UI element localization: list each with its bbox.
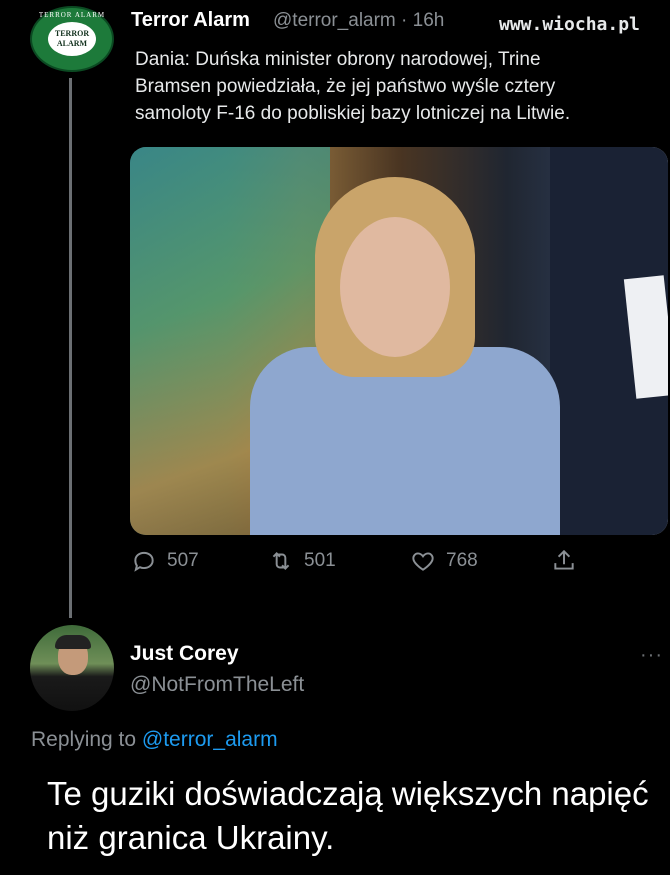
replying-to-mention[interactable]: @terror_alarm <box>142 728 278 751</box>
reply-button[interactable]: 507 <box>131 548 199 574</box>
photo-figure-face <box>340 217 450 357</box>
avatar-logo-ring: TERROR ALARM <box>38 11 106 19</box>
retweet-button[interactable]: 501 <box>268 548 336 574</box>
reply-author-name[interactable]: Just Corey <box>130 642 239 666</box>
replying-to-label: Replying to <box>31 728 142 751</box>
like-icon <box>412 552 434 571</box>
reply-author-handle[interactable]: @NotFromTheLeft <box>130 673 304 697</box>
share-icon <box>554 549 574 570</box>
just-corey-avatar[interactable] <box>30 625 114 711</box>
tweet-photo[interactable] <box>130 147 668 535</box>
terror-alarm-avatar[interactable]: TERROR ALARM TERROR ALARM <box>30 6 114 72</box>
tweet-text: Dania: Duńska minister obrony narodowej,… <box>135 49 571 124</box>
replying-to: Replying to @terror_alarm <box>31 728 278 752</box>
like-button[interactable]: 768 <box>410 548 478 574</box>
tweet-author-handle[interactable]: @terror_alarm · 16h <box>273 10 444 32</box>
reply-icon <box>134 551 154 572</box>
retweet-count: 501 <box>304 550 336 571</box>
watermark: www.wiocha.pl <box>495 14 644 35</box>
retweet-icon <box>272 552 290 570</box>
avatar-logo: TERROR ALARM <box>48 22 96 56</box>
avatar-cap <box>55 635 91 649</box>
tweet-actions: 507 501 768 <box>0 548 670 580</box>
share-button[interactable] <box>551 548 577 574</box>
more-icon[interactable]: ··· <box>640 644 663 667</box>
like-count: 768 <box>446 550 478 571</box>
reply-count: 507 <box>167 550 199 571</box>
tweet-author-name[interactable]: Terror Alarm <box>131 9 250 32</box>
reply-text: Te guziki doświadczają większych napięć … <box>47 775 649 856</box>
thread-line <box>69 78 72 618</box>
